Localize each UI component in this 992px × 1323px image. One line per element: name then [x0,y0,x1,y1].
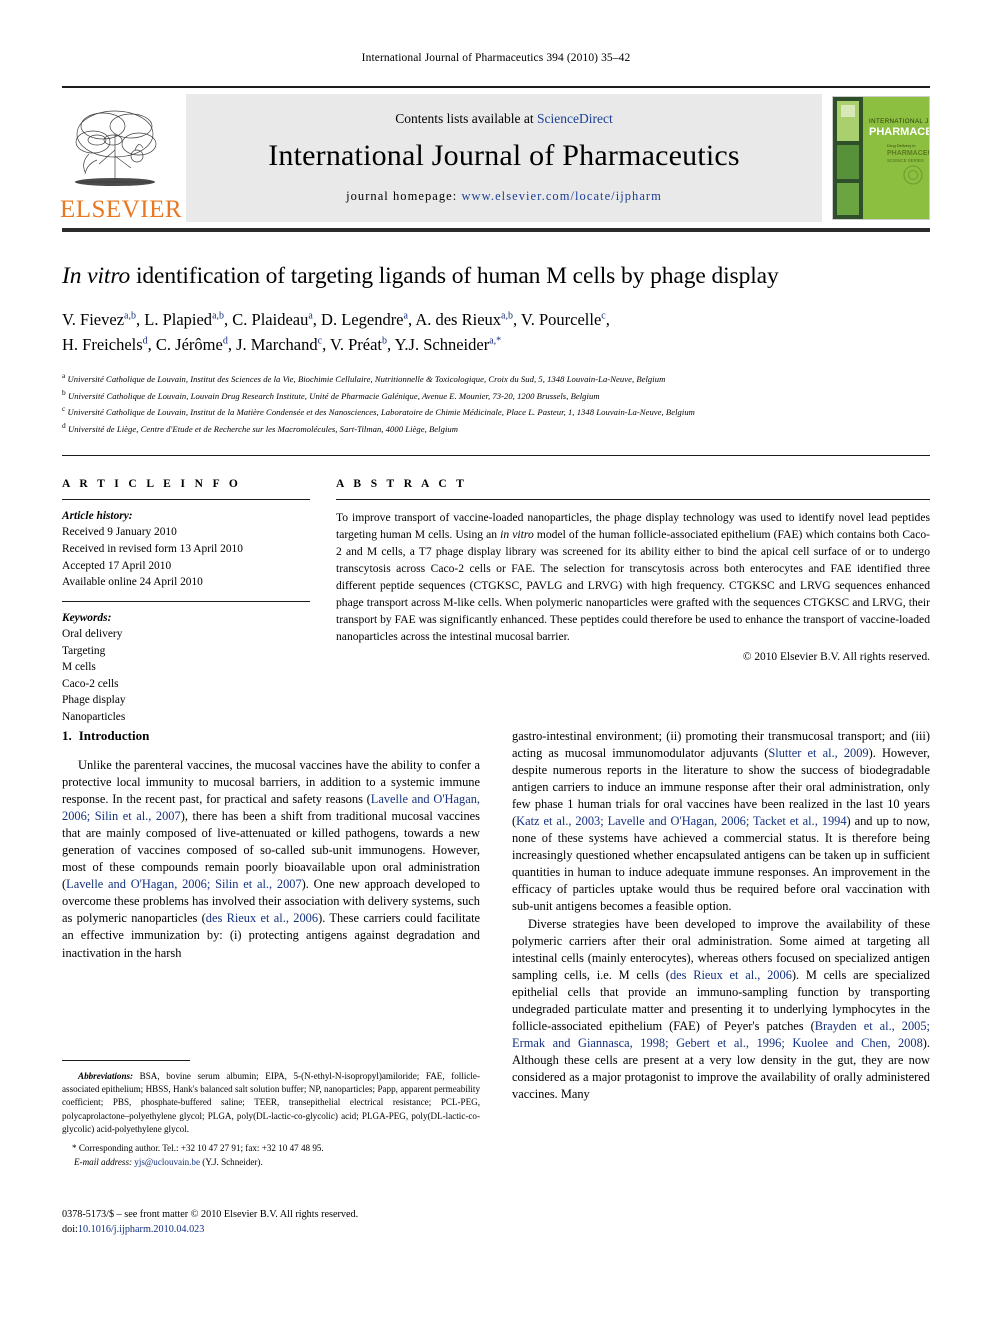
author-line-2: H. Freichelsd, C. Jérômed, J. Marchandc,… [62,335,502,355]
abbreviations-note: Abbreviations: BSA, bovine serum albumin… [62,1070,480,1136]
paragraph-intro-right-1: gastro-intestinal environment; (ii) prom… [512,729,930,914]
svg-text:PHARMACEUTICS: PHARMACEUTICS [869,126,929,138]
elsevier-logo: ELSEVIER [59,88,183,228]
affiliation-item: a Université Catholique de Louvain, Inst… [62,370,666,384]
section-title-text: Introduction [78,728,150,743]
article-info-column: A R T I C L E I N F O Article history: R… [62,478,310,725]
citation-link[interactable]: des Rieux et al., 2006 [670,968,792,982]
article-history-block: Article history: Received 9 January 2010… [62,500,310,591]
affiliation-item: c Université Catholique de Louvain, Inst… [62,404,695,418]
journal-band: Contents lists available at ScienceDirec… [186,94,822,222]
contents-prefix: Contents lists available at [395,110,537,126]
svg-text:SCIENCE SERIES: SCIENCE SERIES [887,158,924,163]
corresponding-author-line: * Corresponding author. Tel.: +32 10 47 … [72,1142,324,1153]
author[interactable]: D. Legendrea [321,310,408,329]
keyword-item[interactable]: Caco-2 cells [62,676,310,693]
article-info-heading: A R T I C L E I N F O [62,477,242,490]
keyword-item[interactable]: Targeting [62,643,310,660]
journal-article-page: International Journal of Pharmaceutics 3… [0,0,992,1323]
abstract-copyright: © 2010 Elsevier B.V. All rights reserved… [742,651,930,664]
running-head: International Journal of Pharmaceutics 3… [361,52,631,64]
journal-masthead: ELSEVIER Contents lists available at Sci… [59,86,930,232]
elsevier-wordmark: ELSEVIER [59,196,183,223]
email-link[interactable]: yjs@uclouvain.be [134,1157,200,1167]
author[interactable]: C. Jérômed [156,335,228,354]
doi-link[interactable]: 10.1016/j.ijpharm.2010.04.023 [78,1224,205,1235]
footnote-area: Abbreviations: BSA, bovine serum albumin… [62,1060,480,1169]
affiliation-item: b Université Catholique de Louvain, Louv… [62,387,600,401]
citation-link[interactable]: Lavelle and O'Hagan, 2006; Silin et al.,… [66,877,302,891]
history-item: Available online 24 April 2010 [62,576,203,589]
section-heading-introduction: 1. Introduction [62,728,480,744]
email-owner: (Y.J. Schneider). [200,1156,263,1167]
email-line: E-mail address: yjs@uclouvain.be (Y.J. S… [62,1156,480,1170]
author[interactable]: Y.J. Schneidera,* [395,335,502,354]
corresponding-author-note: * Corresponding author. Tel.: +32 10 47 … [62,1142,480,1169]
issn-copyright-area: 0378-5173/$ – see front matter © 2010 El… [62,1207,492,1238]
affiliation-item: d Université de Liège, Centre d'Etude et… [62,421,459,434]
journal-homepage-link[interactable]: www.elsevier.com/locate/ijpharm [461,189,661,203]
author[interactable]: V. Fieveza,b [62,310,136,329]
svg-text:Drug Delivery in: Drug Delivery in [887,143,915,148]
citation-link[interactable]: des Rieux et al., 2006 [206,911,318,925]
keyword-item[interactable]: Phage display [62,692,310,709]
article-title-rest: identification of targeting ligands of h… [130,263,779,289]
citation-link[interactable]: Katz et al., 2003; Lavelle and O'Hagan, … [516,814,846,828]
svg-text:PHARMACEU: PHARMACEU [887,150,929,157]
issn-line: 0378-5173/$ – see front matter © 2010 El… [62,1209,359,1220]
body-columns: 1. Introduction Unlike the parenteral vac… [62,728,930,1103]
journal-cover-thumbnail: INTERNATIONAL JOURNAL OF PHARMACEUTICS D… [832,96,930,220]
author[interactable]: V. Préatb [330,335,387,354]
section-number: 1. [62,728,72,743]
doi-line: doi:10.1016/j.ijpharm.2010.04.023 [62,1222,492,1237]
author-line-1: V. Fieveza,b, L. Plapieda,b, C. Plaideau… [62,309,610,329]
history-item: Received 9 January 2010 [62,526,177,539]
article-title-italic: In vitro [62,263,131,289]
keyword-item[interactable]: M cells [62,659,310,676]
paragraph-intro-left: Unlike the parenteral vaccines, the muco… [62,758,481,960]
right-column: gastro-intestinal environment; (ii) prom… [512,728,930,1103]
abstract-part-2: model of the human follicle-associated e… [336,527,930,644]
author-list: V. Fieveza,b, L. Plapieda,b, C. Plaideau… [62,307,930,358]
left-column: 1. Introduction Unlike the parenteral vac… [62,728,480,1103]
history-item: Accepted 17 April 2010 [62,559,172,572]
citation-link[interactable]: Slutter et al., 2009 [768,746,868,760]
homepage-prefix: journal homepage: [346,188,462,203]
article-history-label: Article history: [62,509,133,522]
sciencedirect-link[interactable]: ScienceDirect [537,111,613,126]
author[interactable]: J. Marchandc [236,335,322,354]
abstract-column: A B S T R A C T To improve transport of … [336,478,930,725]
doi-prefix: doi: [62,1224,78,1236]
keywords-block: Keywords: Oral delivery Targeting M cell… [62,600,310,726]
abstract-text: To improve transport of vaccine-loaded n… [336,500,930,645]
footnote-divider [62,1060,190,1061]
author[interactable]: V. Pourcellec [521,310,606,329]
author[interactable]: C. Plaideaua [232,310,313,329]
article-title: In vitro identification of targeting lig… [62,262,930,291]
keyword-item[interactable]: Nanoparticles [62,709,310,726]
author[interactable]: H. Freichelsd [62,335,148,354]
svg-text:INTERNATIONAL JOURNAL OF: INTERNATIONAL JOURNAL OF [869,118,929,125]
email-label: E-mail address: [74,1156,133,1167]
info-abstract-section: A R T I C L E I N F O Article history: R… [62,454,930,725]
abstract-italic-invitro: in vitro [500,527,534,541]
abbreviations-label: Abbreviations: [78,1071,134,1081]
contents-lists-line: Contents lists available at ScienceDirec… [395,111,612,127]
affiliation-list: a Université Catholique de Louvain, Inst… [62,370,930,437]
history-item: Received in revised form 13 April 2010 [62,542,243,555]
author[interactable]: L. Plapieda,b [144,310,224,329]
paragraph-intro-right-2: Diverse strategies have been developed t… [512,916,930,1101]
journal-homepage-line: journal homepage: www.elsevier.com/locat… [346,189,662,204]
keywords-label: Keywords: [62,611,112,624]
abstract-heading: A B S T R A C T [336,477,468,490]
journal-title: International Journal of Pharmaceutics [268,138,740,172]
author[interactable]: A. des Rieuxa,b [415,310,513,329]
keyword-item[interactable]: Oral delivery [62,626,310,643]
elsevier-tree-icon [69,104,173,196]
